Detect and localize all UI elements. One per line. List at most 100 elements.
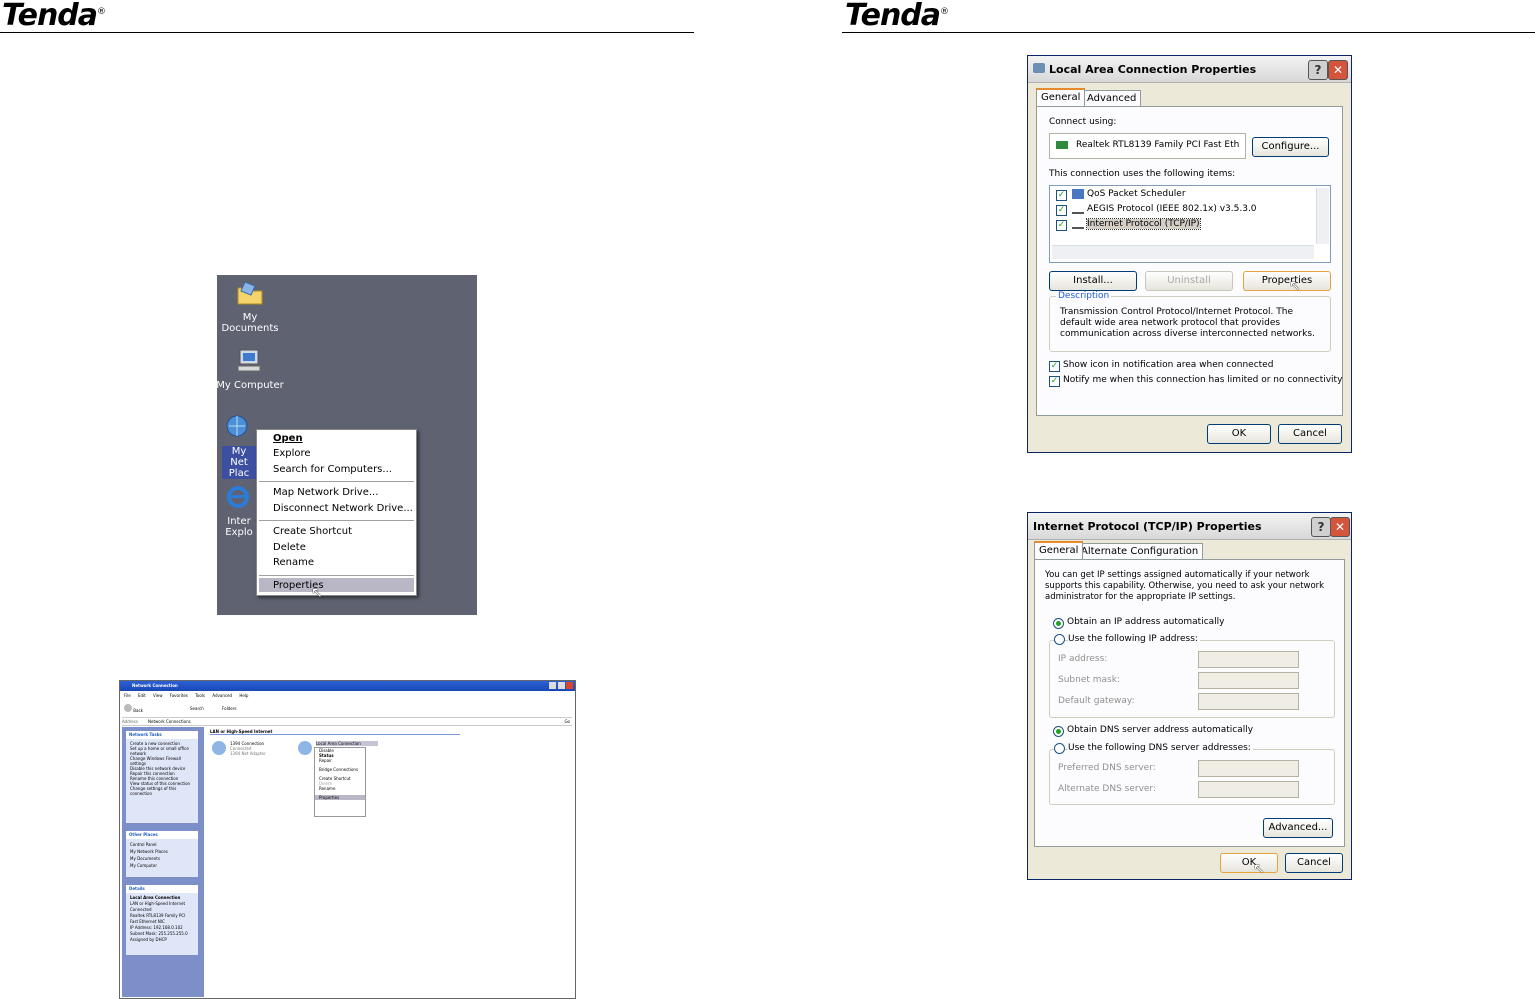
place-link[interactable]: My Documents	[130, 855, 194, 862]
preferred-dns-field[interactable]	[1198, 760, 1299, 777]
configure-button[interactable]: Configure...	[1252, 137, 1329, 157]
uninstall-button[interactable]: Uninstall	[1145, 271, 1233, 291]
menu-bridge[interactable]: Bridge Connections	[315, 767, 365, 772]
menu-repair[interactable]: Repair	[315, 758, 365, 763]
details-title: Details	[126, 885, 198, 893]
tab-general[interactable]: General	[1036, 88, 1086, 106]
details-list: Local Area Connection LAN or High-Speed …	[126, 893, 198, 945]
minimize-button[interactable]	[549, 682, 557, 689]
desktop-icon-my-documents[interactable]: My Documents	[214, 279, 286, 334]
menu-advanced[interactable]: Advanced	[212, 693, 232, 698]
checkbox[interactable]: ✓	[1056, 205, 1067, 216]
close-button[interactable]	[566, 682, 573, 689]
ip-address-field[interactable]	[1198, 651, 1299, 668]
subnet-mask-label: Subnet mask:	[1058, 675, 1120, 685]
notify-checkbox[interactable]: ✓	[1049, 376, 1060, 387]
horizontal-scrollbar[interactable]	[1052, 245, 1314, 259]
connection-local-area[interactable]: Local Area Connection	[298, 741, 378, 755]
list-item-selected[interactable]: Internet Protocol (TCP/IP)	[1086, 218, 1201, 230]
description-text: Transmission Control Protocol/Internet P…	[1060, 307, 1315, 339]
tab-advanced[interactable]: Advanced	[1082, 90, 1142, 107]
advanced-button[interactable]: Advanced...	[1263, 818, 1333, 838]
subnet-mask-field[interactable]	[1198, 672, 1299, 689]
desktop-icon-internet-explorer[interactable]: Inter Explo	[214, 483, 262, 538]
place-link[interactable]: Control Panel	[130, 841, 194, 848]
cancel-button[interactable]: Cancel	[1278, 424, 1342, 444]
menu-rename[interactable]: Rename	[273, 557, 314, 568]
alternate-dns-label: Alternate DNS server:	[1058, 784, 1157, 794]
checkbox[interactable]: ✓	[1056, 190, 1067, 201]
mouse-cursor-icon: ↖	[311, 585, 323, 601]
task-link[interactable]: Change settings of this connection	[130, 786, 194, 796]
icon-label: My Documents	[221, 312, 279, 334]
menu-file[interactable]: File	[124, 693, 131, 698]
icon-label: My Computer	[216, 380, 284, 391]
tab-alternate-configuration[interactable]: Alternate Configuration	[1076, 543, 1204, 560]
cancel-button[interactable]: Cancel	[1285, 853, 1343, 873]
dialog-titlebar: Local Area Connection Properties ? ✕	[1028, 56, 1351, 83]
obtain-dns-radio[interactable]	[1053, 726, 1064, 737]
go-button[interactable]: Go	[564, 719, 570, 724]
folders-button[interactable]: Folders	[222, 706, 236, 711]
tab-general[interactable]: General	[1034, 541, 1084, 559]
task-link[interactable]: Set up a home or small office network	[130, 746, 194, 756]
desktop-icon-my-network-places[interactable]: My Net Plac	[214, 413, 262, 479]
maximize-button[interactable]	[557, 682, 565, 689]
menu-create-shortcut[interactable]: Create Shortcut	[273, 526, 352, 537]
use-dns-radio[interactable]	[1054, 743, 1065, 754]
intro-text: You can get IP settings assigned automat…	[1045, 570, 1325, 602]
place-link[interactable]: My Network Places	[130, 848, 194, 855]
menu-open[interactable]: Open	[273, 433, 303, 444]
help-button[interactable]: ?	[1311, 517, 1331, 537]
menu-explore[interactable]: Explore	[273, 448, 311, 459]
help-button[interactable]: ?	[1308, 60, 1328, 80]
mouse-cursor-icon: ↖	[1289, 278, 1301, 294]
search-button[interactable]: Search	[190, 706, 204, 711]
address-bar: Address Network Connections Go	[122, 717, 572, 726]
network-tasks-title: Network Tasks	[126, 731, 198, 739]
task-link[interactable]: Change Windows Firewall settings	[130, 756, 194, 766]
menu-rename[interactable]: Rename	[315, 786, 365, 791]
list-item[interactable]: QoS Packet Scheduler	[1087, 189, 1186, 199]
menu-favorites[interactable]: Favorites	[170, 693, 188, 698]
menu-edit[interactable]: Edit	[138, 693, 146, 698]
ok-button[interactable]: OK	[1207, 424, 1271, 444]
address-field[interactable]: Network Connections	[148, 719, 191, 724]
default-gateway-field[interactable]	[1198, 693, 1299, 710]
connection-1394[interactable]: 1394 Connection Connected 1394 Net Adapt…	[212, 741, 282, 756]
close-button[interactable]: ✕	[1330, 517, 1350, 537]
menu-view[interactable]: View	[153, 693, 163, 698]
menu-search-for-computers[interactable]: Search for Computers...	[273, 464, 392, 475]
address-label: Address	[122, 719, 138, 724]
list-item[interactable]: AEGIS Protocol (IEEE 802.1x) v3.5.3.0	[1087, 204, 1257, 214]
place-link[interactable]: My Computer	[130, 862, 194, 869]
description-group: Description Transmission Control Protoco…	[1049, 291, 1331, 352]
install-button[interactable]: Install...	[1049, 271, 1137, 291]
close-button[interactable]: ✕	[1328, 60, 1348, 80]
protocol-icon	[1072, 206, 1084, 214]
menu-disconnect-network-drive[interactable]: Disconnect Network Drive...	[273, 503, 413, 514]
menu-properties[interactable]: Properties	[315, 795, 365, 800]
header-rule-left	[0, 32, 694, 33]
show-icon-checkbox[interactable]: ✓	[1049, 361, 1060, 372]
details-box: Details Local Area Connection LAN or Hig…	[126, 885, 198, 955]
obtain-dns-label: Obtain DNS server address automatically	[1067, 725, 1254, 735]
back-button[interactable]: Back	[124, 704, 143, 713]
properties-button[interactable]: Properties	[1243, 271, 1331, 291]
ok-button[interactable]: OK	[1220, 853, 1278, 873]
desktop-icon-my-computer[interactable]: My Computer	[214, 347, 286, 391]
menu-delete[interactable]: Delete	[273, 542, 306, 553]
folder-icon	[237, 281, 263, 305]
menu-map-network-drive[interactable]: Map Network Drive...	[273, 487, 378, 498]
menu-tools[interactable]: Tools	[195, 693, 205, 698]
checkbox[interactable]: ✓	[1056, 220, 1067, 231]
obtain-ip-radio[interactable]	[1053, 618, 1064, 629]
use-ip-radio[interactable]	[1054, 634, 1065, 645]
network-places-icon	[226, 415, 248, 437]
vertical-scrollbar[interactable]	[1316, 188, 1329, 244]
use-ip-label: Use the following IP address:	[1068, 634, 1200, 644]
protocol-icon	[1072, 221, 1084, 229]
menu-help[interactable]: Help	[239, 693, 248, 698]
alternate-dns-field[interactable]	[1198, 781, 1299, 798]
back-label: Back	[133, 708, 143, 713]
